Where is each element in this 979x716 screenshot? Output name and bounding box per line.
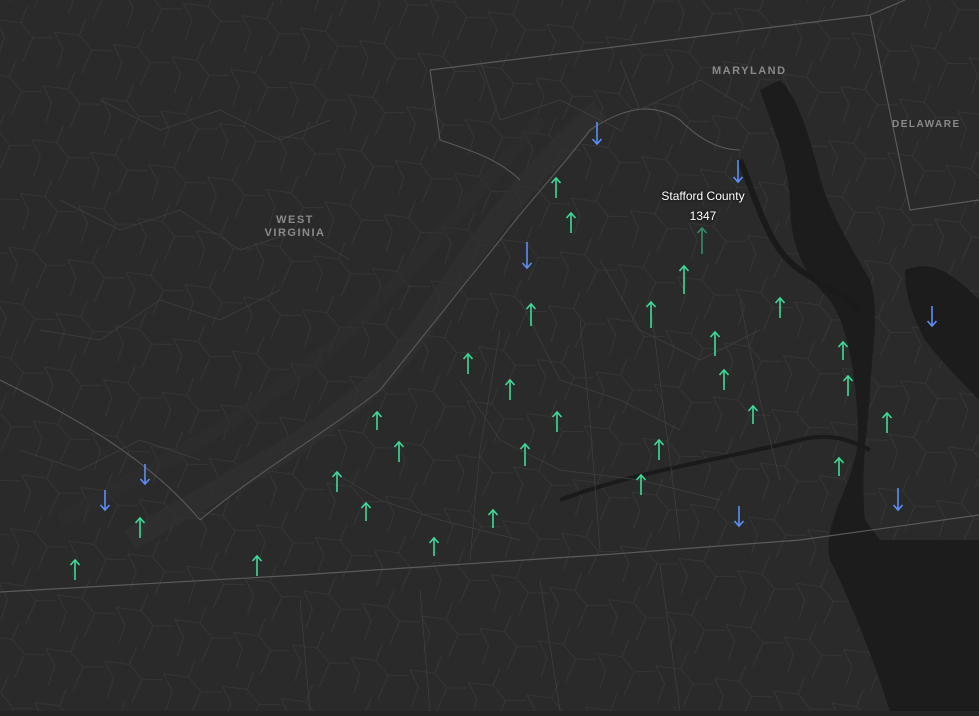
tooltip-county-name: Stafford County (661, 189, 745, 203)
map-svg (0, 0, 979, 712)
label-delaware: DELAWARE (892, 119, 961, 130)
tooltip-value: 1347 (689, 209, 717, 223)
label-maryland: MARYLAND (712, 65, 787, 77)
label-west-virginia-line2: VIRGINIA (264, 227, 326, 239)
county-tooltip: Stafford County 1347 (650, 186, 756, 226)
label-west-virginia-line1: WEST (276, 214, 314, 226)
map-canvas[interactable]: MARYLAND DELAWARE WEST VIRGINIA Stafford… (0, 0, 979, 712)
county-grid (0, 0, 979, 711)
label-west-virginia: WEST VIRGINIA (262, 214, 328, 240)
